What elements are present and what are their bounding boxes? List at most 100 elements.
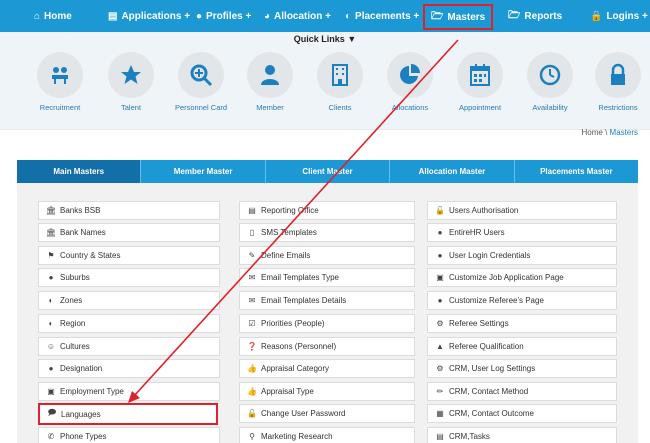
master-item-languages[interactable]: 🗩 Languages <box>38 403 218 425</box>
master-item-label: Appraisal Type <box>261 387 314 396</box>
user-icon: ● <box>196 10 203 22</box>
nav-reports-label: Reports <box>524 10 563 22</box>
master-item-employment-type[interactable]: ▣ Employment Type <box>38 382 220 401</box>
quick-link-personnel-card[interactable]: Personnel Card <box>171 52 231 112</box>
master-item-label: SMS Templates <box>261 228 317 237</box>
tab-client-master[interactable]: Client Master <box>266 160 391 183</box>
flag-icon: ⚑ <box>47 251 55 260</box>
master-item-crm-contact-method[interactable]: ✏ CRM, Contact Method <box>427 382 617 401</box>
breadcrumb-home[interactable]: Home <box>582 128 603 137</box>
master-item-users-authorisation[interactable]: 🔓 Users Authorisation <box>427 201 617 220</box>
calendar-icon: ▦ <box>436 409 444 418</box>
nav-allocation[interactable]: ◕ Allocation + <box>264 0 331 32</box>
master-item-label: EntireHR Users <box>449 228 505 237</box>
nav-reports[interactable]: 🗁 Reports <box>508 0 562 32</box>
nav-masters[interactable]: 🗁 Masters <box>423 4 494 30</box>
quick-link-label: Recruitment <box>39 103 81 112</box>
master-item-suburbs[interactable]: ● Suburbs <box>38 268 220 287</box>
quick-link-recruitment[interactable]: Recruitment <box>30 52 90 112</box>
master-item-crm-contact-outcome[interactable]: ▦ CRM, Contact Outcome <box>427 404 617 423</box>
lock-icon: 🔒 <box>590 10 603 22</box>
master-item-sms-templates[interactable]: ▯ SMS Templates <box>239 223 415 242</box>
breadcrumb: Home \ Masters <box>582 128 638 137</box>
quick-link-label: Appointment <box>458 103 502 112</box>
masters-tabs: Main Masters Member Master Client Master… <box>17 160 638 183</box>
master-item-zones[interactable]: ◐ Zones <box>38 291 220 310</box>
quick-link-allocations[interactable]: Allocations <box>380 52 440 112</box>
master-item-designation[interactable]: ● Designation <box>38 359 220 378</box>
master-item-reasons-personnel[interactable]: ❓ Reasons (Personnel) <box>239 337 415 356</box>
master-item-label: CRM, Contact Method <box>449 387 529 396</box>
envelope-icon: ✉ <box>248 273 256 282</box>
master-item-crm-tasks[interactable]: ▤ CRM,Tasks <box>427 427 617 443</box>
briefcase-icon: ▣ <box>47 387 55 396</box>
pencil-icon: ✏ <box>436 387 444 396</box>
quick-link-label: Availability <box>532 103 568 112</box>
nav-placements-label: Placements + <box>355 10 420 22</box>
master-item-priorities-people[interactable]: ☑ Priorities (People) <box>239 314 415 333</box>
master-item-label: Marketing Research <box>261 432 333 441</box>
master-item-define-emails[interactable]: ✎ Define Emails <box>239 246 415 265</box>
folder-open-icon: 🗁 <box>508 9 521 21</box>
quick-link-label: Talent <box>120 103 141 112</box>
master-item-crm-user-log-settings[interactable]: ⚙ CRM, User Log Settings <box>427 359 617 378</box>
home-icon: ⌂ <box>34 10 41 22</box>
globe-icon: ◐ <box>48 296 54 305</box>
quick-link-label: Personnel Card <box>174 103 228 112</box>
master-item-label: Customize Referee's Page <box>449 296 544 305</box>
nav-profiles[interactable]: ● Profiles + <box>196 0 251 32</box>
master-item-customize-referees-page[interactable]: ● Customize Referee's Page <box>427 291 617 310</box>
master-item-email-templates-details[interactable]: ✉ Email Templates Details <box>239 291 415 310</box>
master-item-appraisal-type[interactable]: 👍 Appraisal Type <box>239 382 415 401</box>
master-item-label: Referee Settings <box>449 319 509 328</box>
master-item-label: Phone Types <box>60 432 107 441</box>
map-marker-icon: ● <box>48 273 54 282</box>
tab-placements-master[interactable]: Placements Master <box>515 160 638 183</box>
master-item-email-templates-type[interactable]: ✉ Email Templates Type <box>239 268 415 287</box>
master-item-change-user-password[interactable]: 🔓 Change User Password <box>239 404 415 423</box>
master-item-phone-types[interactable]: ✆ Phone Types <box>38 427 220 443</box>
master-item-label: Languages <box>61 409 101 419</box>
master-item-banks-bsb[interactable]: 🏛 Banks BSB <box>38 201 220 220</box>
user-icon: ● <box>48 364 54 373</box>
globe-icon: ◐ <box>48 319 54 328</box>
checkbox-icon: ☑ <box>248 319 256 328</box>
master-item-cultures[interactable]: ☺ Cultures <box>38 337 220 356</box>
master-item-bank-names[interactable]: 🏛 Bank Names <box>38 223 220 242</box>
quick-link-clients[interactable]: Clients <box>310 52 370 112</box>
master-item-region[interactable]: ◐ Region <box>38 314 220 333</box>
quick-links-toggle[interactable]: Quick Links ▼ <box>0 34 650 44</box>
master-item-label: Change User Password <box>261 409 346 418</box>
nav-logins[interactable]: 🔒 Logins + <box>590 0 648 32</box>
quick-link-member[interactable]: Member <box>240 52 300 112</box>
master-item-reporting-office[interactable]: ▤ Reporting Office <box>239 201 415 220</box>
master-item-label: Zones <box>60 296 83 305</box>
master-item-country-states[interactable]: ⚑ Country & States <box>38 246 220 265</box>
tab-allocation-master[interactable]: Allocation Master <box>390 160 515 183</box>
master-item-entirehr-users[interactable]: ● EntireHR Users <box>427 223 617 242</box>
master-item-label: Users Authorisation <box>449 206 519 215</box>
phone-icon: ✆ <box>47 432 55 441</box>
nav-home[interactable]: ⌂ Home <box>34 0 72 32</box>
master-item-label: Bank Names <box>60 228 106 237</box>
quick-link-talent[interactable]: Talent <box>101 52 161 112</box>
calendar-icon <box>457 52 503 98</box>
user-icon <box>247 52 293 98</box>
tab-member-master[interactable]: Member Master <box>141 160 266 183</box>
master-item-marketing-research[interactable]: ⚲ Marketing Research <box>239 427 415 443</box>
master-item-user-login-credentials[interactable]: ● User Login Credentials <box>427 246 617 265</box>
quick-link-appointment[interactable]: Appointment <box>450 52 510 112</box>
master-item-referee-qualification[interactable]: ▲ Referee Qualification <box>427 337 617 356</box>
quick-link-availability[interactable]: Availability <box>520 52 580 112</box>
master-item-customize-job-application-page[interactable]: ▣ Customize Job Application Page <box>427 268 617 287</box>
master-item-label: Priorities (People) <box>261 319 325 328</box>
nav-applications[interactable]: ▤ Applications + <box>108 0 190 32</box>
master-item-label: Email Templates Details <box>261 296 347 305</box>
master-item-label: Email Templates Type <box>261 273 339 282</box>
nav-placements[interactable]: ◐ Placements + <box>345 0 419 32</box>
tab-main-masters[interactable]: Main Masters <box>17 160 142 183</box>
master-item-referee-settings[interactable]: ⚙ Referee Settings <box>427 314 617 333</box>
master-item-appraisal-category[interactable]: 👍 Appraisal Category <box>239 359 415 378</box>
quick-link-restrictions[interactable]: Restrictions <box>588 52 648 112</box>
pie-chart-icon <box>387 52 433 98</box>
